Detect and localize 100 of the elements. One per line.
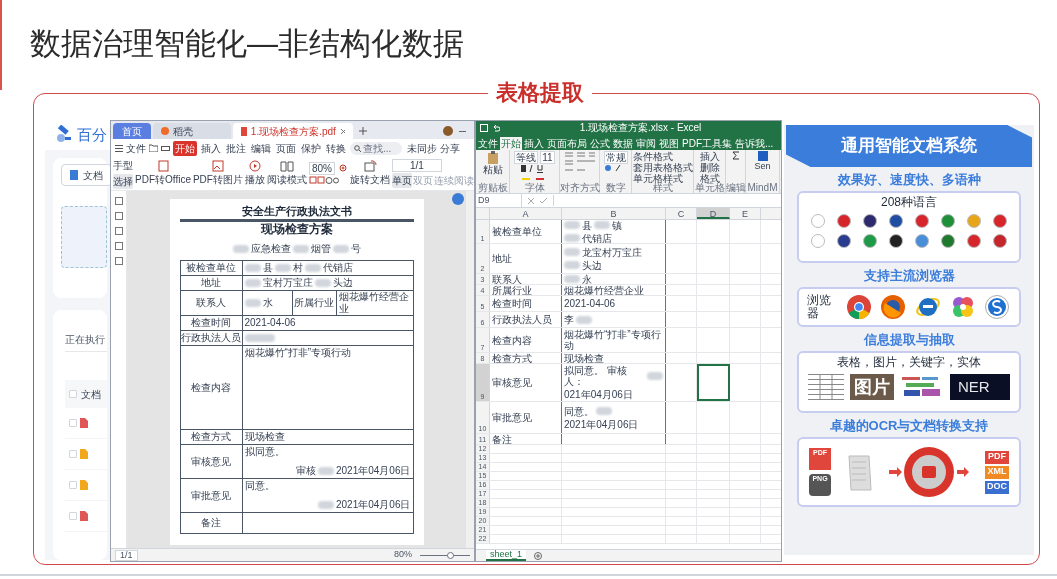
zoom-slider-thumb[interactable] [447,551,454,559]
selected-cell[interactable] [697,364,730,401]
folder-icon[interactable] [149,144,158,152]
window-title: 1.现场检查方案.xlsx - Excel [578,122,703,134]
share-button[interactable]: 分享 [440,140,460,156]
ribbon-button[interactable]: 单元格样式 [632,173,683,183]
table-cell: 联系人 [180,291,243,315]
font-field[interactable]: 等线 [514,151,539,164]
select-tool[interactable]: 选择 [113,174,133,189]
table-cell: 被检查单位 [180,261,243,275]
ribbon-button[interactable]: 格式 [699,173,720,183]
ribbon-tab[interactable]: 页面布局 [546,137,588,150]
checkbox[interactable] [69,450,77,458]
menu-tab[interactable]: 保护 [300,140,322,156]
menu-icon[interactable] [115,144,123,152]
table-cell: 检查内容 [492,334,532,346]
ribbon-tab[interactable]: 视图 [658,137,680,150]
save-icon[interactable] [480,124,488,132]
document-number: 号 [350,242,361,256]
search-icon [354,144,361,152]
number-format-field[interactable]: 常规 [603,151,628,164]
menu-tab[interactable]: 插入 [200,140,222,156]
table-cell: 所属行业 [292,291,337,315]
check-icon[interactable] [540,197,547,204]
table-cell-text: 烟花爆竹经营企业 [338,291,410,315]
app-logo-text: 百分 [77,124,107,145]
play-icon [247,160,262,172]
page-field[interactable]: 1/1 [115,549,138,561]
ribbon-tab[interactable]: 插入 [523,137,545,150]
assistant-icon[interactable] [452,193,464,205]
menu-tab[interactable]: 批注 [225,140,247,156]
ie-icon [915,295,941,319]
tab[interactable]: 首页 [113,123,151,139]
menu-tab[interactable]: 页面 [275,140,297,156]
checkbox[interactable] [69,481,77,489]
zoom-field[interactable]: 80% [308,162,335,175]
column-header[interactable]: D [697,208,730,219]
ribbon-tab[interactable]: 公式 [589,137,611,150]
upload-area [61,206,107,268]
cancel-icon[interactable] [528,197,534,204]
ribbon-group-label: 字体 [523,183,546,193]
ribbon-button[interactable]: 条件格式 [632,151,673,162]
ribbon-button[interactable]: 插入 [699,151,720,162]
paste-button[interactable]: 粘贴 [482,151,503,175]
column-header[interactable]: B [562,208,666,219]
checkbox[interactable] [69,390,77,398]
hand-tool[interactable]: 手型 [113,158,133,173]
zoom-in-icon[interactable] [338,164,348,173]
column-header[interactable]: A [490,208,562,219]
table-cell: 2021年04月06日 [336,499,411,511]
ribbon-tab[interactable]: 开始 [500,137,522,150]
mindmap-icon[interactable] [757,151,768,161]
table-cell: 宝村万宝庄 [262,277,313,289]
scrollbar[interactable] [466,191,474,548]
ribbon-tab[interactable]: 文件 [477,137,499,150]
ribbon-group-label: MindM [746,183,779,193]
page-field[interactable]: 1/1 [391,159,442,172]
toolbar-button[interactable]: PDF转图片 [192,160,243,187]
close-icon[interactable] [339,127,345,135]
ribbon-group-label: 对齐方式 [560,183,599,193]
column-header[interactable]: E [730,208,761,219]
font-size-field[interactable]: 11 [540,151,555,164]
sogou-browser-icon [985,295,1009,319]
toolbar-button[interactable]: 播放 [244,160,265,187]
menu-tab[interactable]: 转换 [325,140,347,156]
image-tile: 图片 [850,374,894,400]
ribbon-tab[interactable]: 审阅 [635,137,657,150]
menu-tab[interactable]: 开始 [173,140,197,156]
toolbar-button[interactable]: 旋转文档 [349,160,390,187]
ribbon-tab[interactable]: 数据 [612,137,634,150]
tab-label[interactable]: 正在执行 [65,332,107,352]
sync-status[interactable]: 未同步 [407,140,437,156]
file-type-icon: DOC [985,480,1009,494]
ribbon-tab[interactable]: PDF工具集 [681,137,733,150]
document-button[interactable]: 文档 [61,164,112,186]
tab[interactable]: 1.现场检查方案.pdf [233,123,353,139]
checkbox[interactable] [69,512,77,520]
file-menu[interactable]: 文件 [126,140,146,156]
add-tab-icon[interactable] [359,127,367,135]
section-title: 效果好、速度快、多语种 [837,172,981,188]
view-mode[interactable]: 单页 [391,173,412,188]
name-box[interactable]: D9 [478,193,522,208]
table-cell: 现场检查 [244,431,285,443]
sheet-tab[interactable]: sheet_1 [486,550,527,561]
tab[interactable]: 稻壳 [153,123,231,139]
ribbon-button[interactable]: 删除 [699,162,720,173]
caption: 浏览器 [807,294,832,320]
toolbar-button[interactable]: PDF转Office [135,160,191,187]
ribbon-button[interactable]: Sen [754,161,771,172]
toolbar-button[interactable]: 阅读模式 [266,160,307,187]
undo-icon[interactable] [492,124,500,132]
search-field[interactable]: 查找... [350,141,402,155]
menu-tab[interactable]: 编辑 [250,140,272,156]
sum-icon[interactable] [731,151,740,160]
add-sheet-icon[interactable] [534,551,543,560]
ribbon-button[interactable]: 套用表格格式 [632,162,693,173]
avatar-icon[interactable] [443,126,453,136]
ribbon-tab[interactable]: 告诉我... [734,137,775,150]
page-tools-icon[interactable] [308,176,339,185]
checkbox[interactable] [69,419,77,427]
